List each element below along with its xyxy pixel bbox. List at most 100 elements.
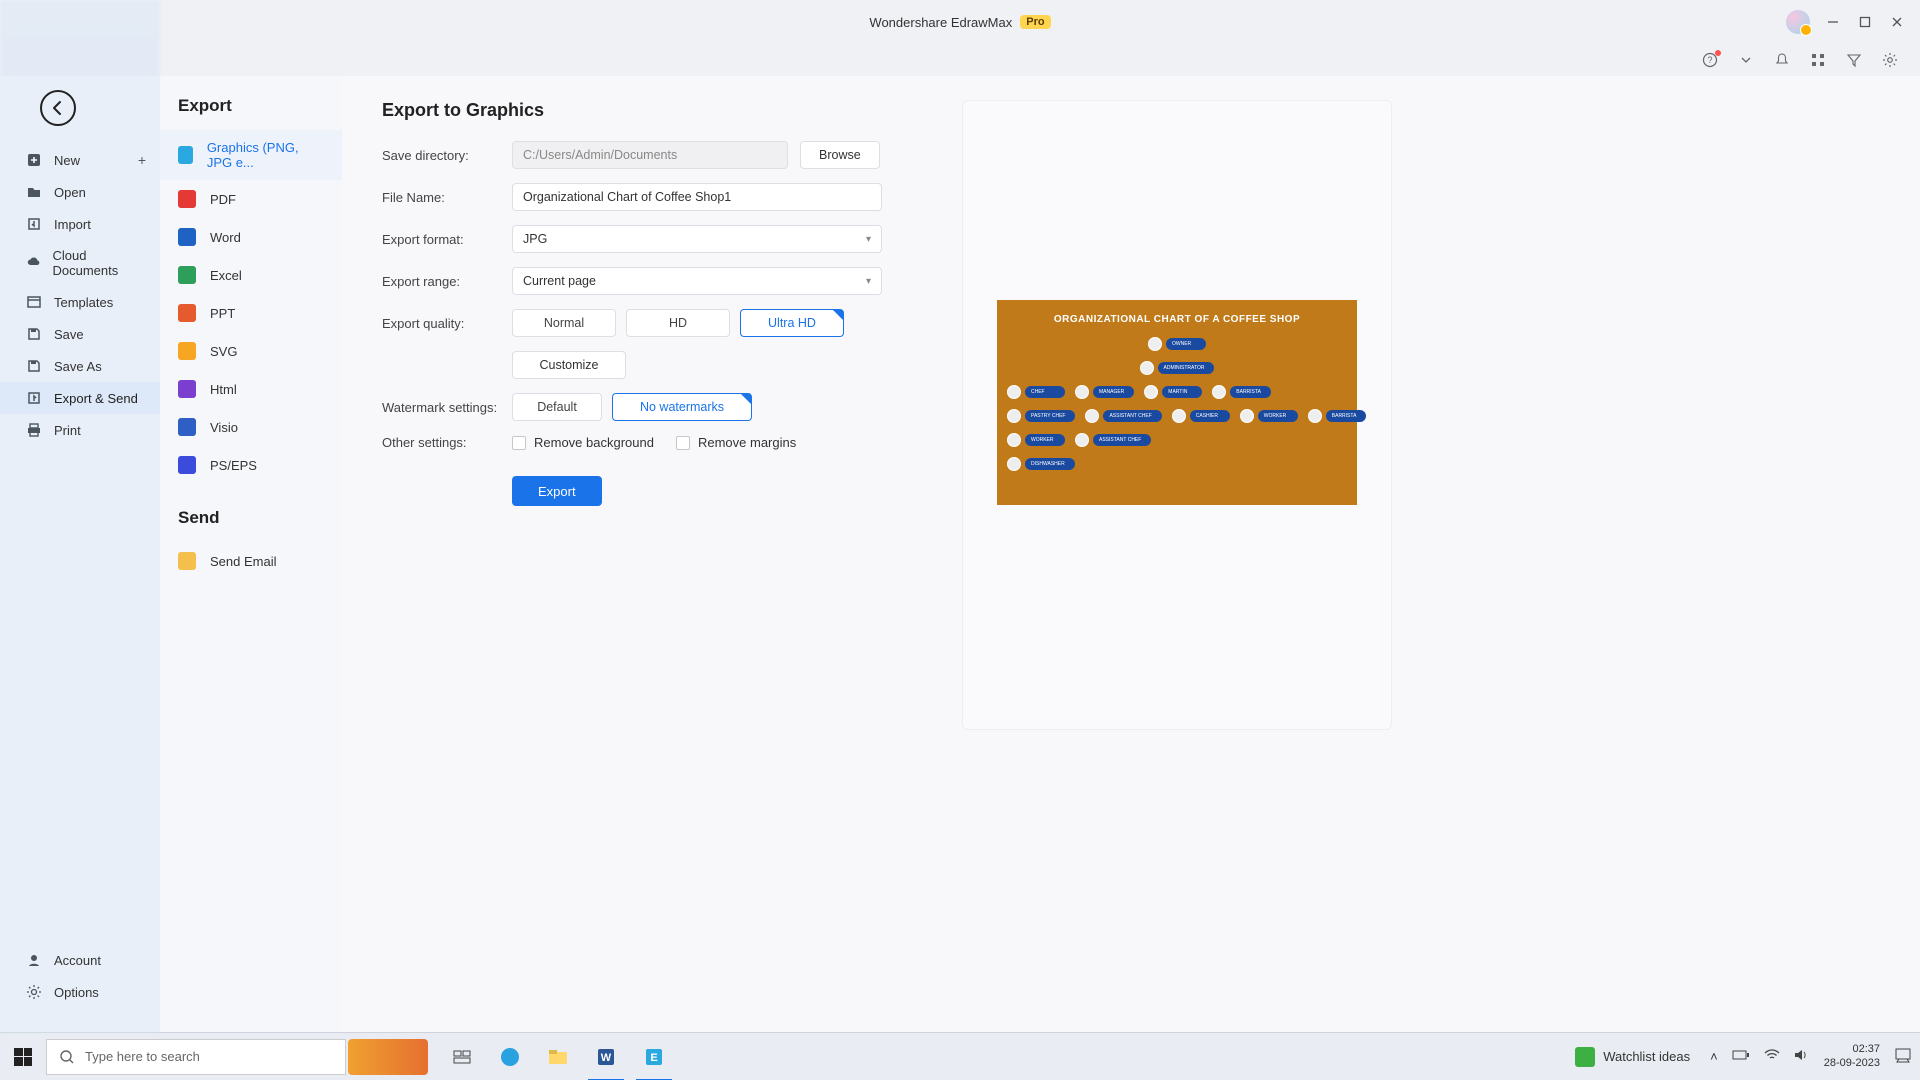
file-menu: New+ Open Import Cloud DocumentsTemplates Sa… <box>0 76 160 1032</box>
file-menu-new[interactable]: New+ <box>0 144 160 176</box>
taskbar-search[interactable]: Type here to search <box>46 1039 346 1075</box>
tray-chevron-icon[interactable]: ˄ <box>1710 1049 1718 1064</box>
export-type-excel[interactable]: Excel <box>160 256 342 294</box>
filetype-icon <box>178 456 196 474</box>
org-node-label: ASSISTANT CHEF <box>1103 410 1161 422</box>
panel-title: Export to Graphics <box>382 100 902 121</box>
export-type-visio[interactable]: Visio <box>160 408 342 446</box>
file-menu-label: Save <box>54 327 84 342</box>
org-node-label: ADMINISTRATOR <box>1158 362 1215 374</box>
export-type-ps-eps[interactable]: PS/EPS <box>160 446 342 484</box>
gear-icon[interactable] <box>1882 52 1898 68</box>
chevron-down-icon: ▾ <box>866 276 871 287</box>
browse-button[interactable]: Browse <box>800 141 880 169</box>
export-type-svg[interactable]: SVG <box>160 332 342 370</box>
filter-icon[interactable] <box>1846 52 1862 68</box>
export-type-pdf[interactable]: PDF <box>160 180 342 218</box>
svg-text:?: ? <box>1707 55 1712 65</box>
tray-time: 02:37 <box>1824 1043 1880 1056</box>
file-explorer-icon[interactable] <box>534 1033 582 1080</box>
edrawmax-app-icon[interactable]: E <box>630 1033 678 1080</box>
format-select[interactable]: JPG ▾ <box>512 225 882 253</box>
watermark-default-button[interactable]: Default <box>512 393 602 421</box>
range-value: Current page <box>523 274 596 288</box>
org-node: BARRISTA <box>1212 385 1271 399</box>
start-button[interactable] <box>0 1033 46 1080</box>
chevron-down-icon[interactable] <box>1738 52 1754 68</box>
remove-background-checkbox[interactable]: Remove background <box>512 435 654 450</box>
word-icon[interactable]: W <box>582 1033 630 1080</box>
back-button[interactable] <box>40 90 76 126</box>
import-icon <box>26 216 42 232</box>
plus-square-icon <box>26 152 42 168</box>
file-menu-open[interactable]: Open <box>0 176 160 208</box>
avatar-icon <box>1240 409 1254 423</box>
taskbar-weather-widget[interactable] <box>348 1039 428 1075</box>
file-menu-save-as[interactable]: Save As <box>0 350 160 382</box>
quality-hd-button[interactable]: HD <box>626 309 730 337</box>
file-menu-save[interactable]: Save <box>0 318 160 350</box>
notifications-icon[interactable] <box>1894 1046 1912 1067</box>
file-menu-label: Import <box>54 217 91 232</box>
export-type-html[interactable]: Html <box>160 370 342 408</box>
file-menu-templates[interactable]: Templates <box>0 286 160 318</box>
org-node: CASHIER <box>1172 409 1230 423</box>
filetype-icon <box>178 342 196 360</box>
customize-button[interactable]: Customize <box>512 351 626 379</box>
file-menu-label: Save As <box>54 359 102 374</box>
avatar-icon <box>1085 409 1099 423</box>
maximize-button[interactable] <box>1858 15 1872 29</box>
export-type-graphics-png-jpg-e-[interactable]: Graphics (PNG, JPG e... <box>160 130 342 180</box>
org-node-label: BARRISTA <box>1230 386 1271 398</box>
file-name-label: File Name: <box>382 190 512 205</box>
tray-clock[interactable]: 02:37 28-09-2023 <box>1824 1043 1880 1069</box>
org-row: DISHWASHER <box>1007 457 1347 471</box>
file-menu-account[interactable]: Account <box>0 944 160 976</box>
export-type-label: PPT <box>210 306 235 321</box>
close-button[interactable] <box>1890 15 1904 29</box>
org-row: CHEFMANAGERMARTINBARRISTA <box>1007 385 1347 399</box>
edge-browser-icon[interactable] <box>486 1033 534 1080</box>
plus-icon[interactable]: + <box>138 152 146 168</box>
watermark-no-watermarks-button[interactable]: No watermarks <box>612 393 752 421</box>
export-type-send-email[interactable]: Send Email <box>160 542 342 580</box>
news-widget[interactable]: Watchlist ideas <box>1575 1047 1690 1067</box>
quality-normal-button[interactable]: Normal <box>512 309 616 337</box>
range-select[interactable]: Current page ▾ <box>512 267 882 295</box>
file-menu-cloud-documents[interactable]: Cloud Documents <box>0 240 160 286</box>
export-type-label: Html <box>210 382 237 397</box>
quality-ultra-hd-button[interactable]: Ultra HD <box>740 309 844 337</box>
folder-icon <box>26 184 42 200</box>
remove-margins-checkbox[interactable]: Remove margins <box>676 435 796 450</box>
send-heading: Send <box>160 484 342 542</box>
export-type-label: PS/EPS <box>210 458 257 473</box>
title-bar: Wondershare EdrawMax Pro <box>0 0 1920 44</box>
export-button[interactable]: Export <box>512 476 602 506</box>
org-node-label: CHEF <box>1025 386 1065 398</box>
user-avatar[interactable] <box>1786 10 1810 34</box>
export-type-panel: Export Graphics (PNG, JPG e...PDFWordExc… <box>160 76 342 1032</box>
file-menu-label: Open <box>54 185 86 200</box>
battery-icon[interactable] <box>1732 1049 1750 1064</box>
export-type-label: Word <box>210 230 241 245</box>
wifi-icon[interactable] <box>1764 1048 1780 1065</box>
pro-badge: Pro <box>1020 15 1050 29</box>
search-icon <box>59 1049 75 1065</box>
minimize-button[interactable] <box>1826 15 1840 29</box>
org-node: DISHWASHER <box>1007 457 1075 471</box>
help-icon[interactable]: ? <box>1702 52 1718 68</box>
file-name-input[interactable] <box>512 183 882 211</box>
export-type-ppt[interactable]: PPT <box>160 294 342 332</box>
apps-icon[interactable] <box>1810 52 1826 68</box>
avatar-icon <box>1308 409 1322 423</box>
export-type-word[interactable]: Word <box>160 218 342 256</box>
volume-icon[interactable] <box>1794 1048 1810 1065</box>
file-menu-export-send[interactable]: Export & Send <box>0 382 160 414</box>
bell-icon[interactable] <box>1774 52 1790 68</box>
task-view-icon[interactable] <box>438 1033 486 1080</box>
cloud-icon <box>26 255 40 271</box>
org-node: WORKER <box>1240 409 1298 423</box>
file-menu-import[interactable]: Import <box>0 208 160 240</box>
file-menu-options[interactable]: Options <box>0 976 160 1008</box>
file-menu-print[interactable]: Print <box>0 414 160 446</box>
